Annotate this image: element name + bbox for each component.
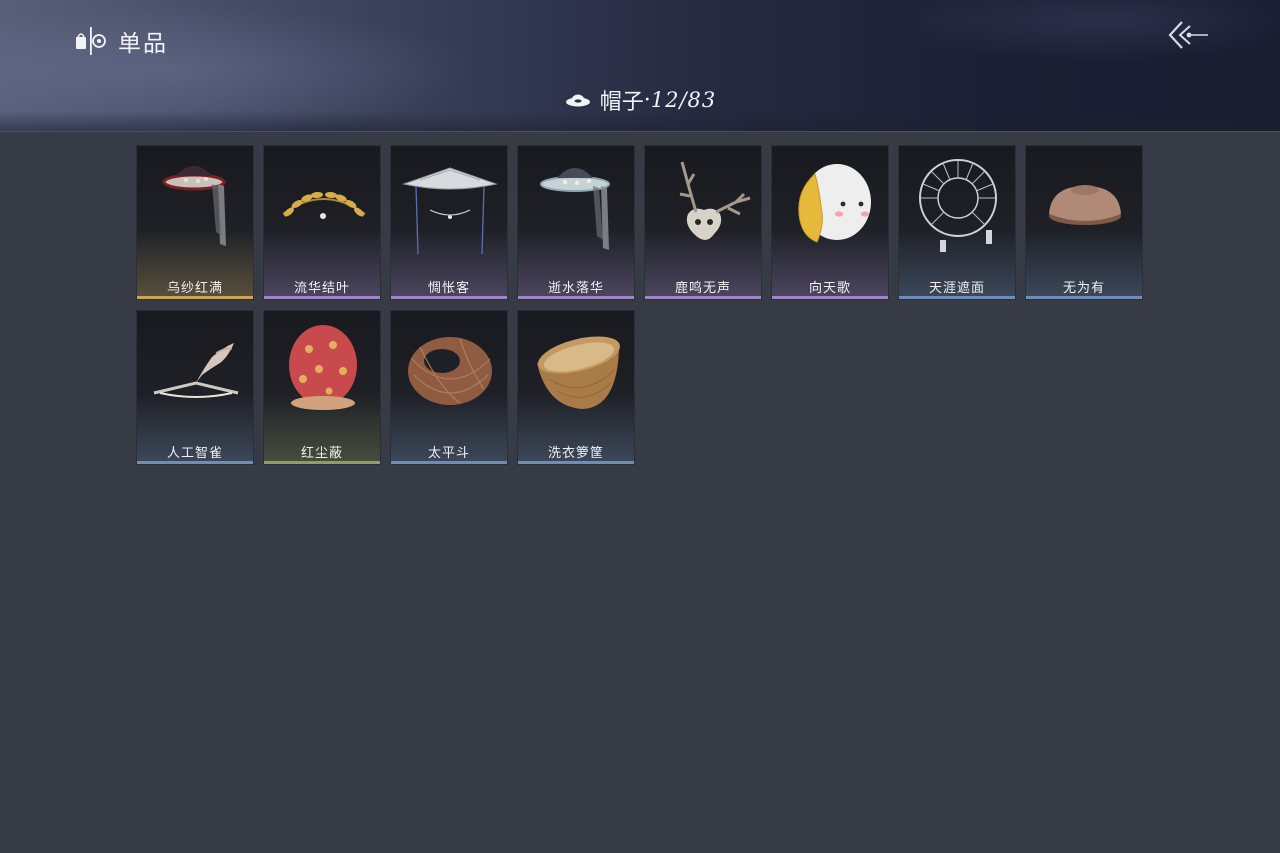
item-name: 太平斗: [427, 446, 470, 461]
item-card[interactable]: 流华结叶: [263, 145, 381, 300]
top-banner: 单品 帽子 · 12/83: [0, 0, 1280, 132]
laundry-basket-icon: [537, 336, 620, 409]
item-name: 乌纱红满: [166, 281, 223, 296]
rarity-bar: [772, 296, 888, 299]
item-name: 洗衣箩筐: [547, 446, 604, 461]
item-card[interactable]: 鹿鸣无声: [644, 145, 762, 300]
item-card[interactable]: 逝水落华: [517, 145, 635, 300]
item-name: 天涯遮面: [928, 281, 985, 296]
rarity-bar: [137, 296, 253, 299]
item-name: 逝水落华: [547, 281, 604, 296]
rarity-bar: [264, 296, 380, 299]
item-name: 红尘蔽: [300, 446, 343, 461]
item-card[interactable]: 天涯遮面: [898, 145, 1016, 300]
category-separator: ·: [643, 87, 651, 113]
item-name: 人工智雀: [166, 446, 223, 461]
item-card[interactable]: 无为有: [1025, 145, 1143, 300]
hat-icon: [565, 94, 590, 107]
red-hood-icon: [289, 325, 357, 410]
item-card[interactable]: 人工智雀: [136, 310, 254, 465]
item-name: 鹿鸣无声: [674, 281, 731, 296]
section-title: 单品: [118, 31, 168, 57]
conical-veil-hat-icon: [402, 167, 498, 254]
category-name: 帽子: [599, 90, 644, 115]
rarity-bar: [899, 296, 1015, 299]
wardrobe-icon: [76, 27, 106, 55]
rarity-bar: [518, 461, 634, 464]
rarity-bar: [391, 296, 507, 299]
deer-skull-icon: [679, 161, 751, 240]
item-card[interactable]: 惆怅客: [390, 145, 508, 300]
wire-cage-hat-icon: [919, 159, 997, 252]
jeweled-veil-hat-icon: [540, 168, 610, 250]
duck-hood-icon: [798, 164, 871, 243]
rarity-bar: [1026, 296, 1142, 299]
item-card[interactable]: 乌纱红满: [136, 145, 254, 300]
category-title: 帽子 · 12/83: [0, 84, 1280, 116]
woven-basket-icon: [408, 337, 492, 405]
item-name: 流华结叶: [293, 281, 350, 296]
item-name: 无为有: [1062, 281, 1105, 296]
rarity-bar: [391, 461, 507, 464]
golden-laurel-icon: [282, 191, 366, 219]
item-card[interactable]: 洗衣箩筐: [517, 310, 635, 465]
item-name: 向天歌: [808, 281, 851, 296]
item-name: 惆怅客: [427, 281, 470, 296]
rarity-bar: [264, 461, 380, 464]
rarity-bar: [518, 296, 634, 299]
section-header: 单品: [74, 24, 168, 58]
rarity-bar: [645, 296, 761, 299]
item-card[interactable]: 向天歌: [771, 145, 889, 300]
rarity-bar: [137, 461, 253, 464]
item-card[interactable]: 红尘蔽: [263, 310, 381, 465]
category-count: 12/83: [650, 88, 717, 112]
bird-figure-icon: [153, 343, 239, 398]
item-card[interactable]: 太平斗: [390, 310, 508, 465]
veiled-hat-icon: [162, 166, 226, 246]
back-arrow-icon[interactable]: [1166, 18, 1212, 52]
wooden-bowl-hat-icon: [1049, 185, 1121, 225]
